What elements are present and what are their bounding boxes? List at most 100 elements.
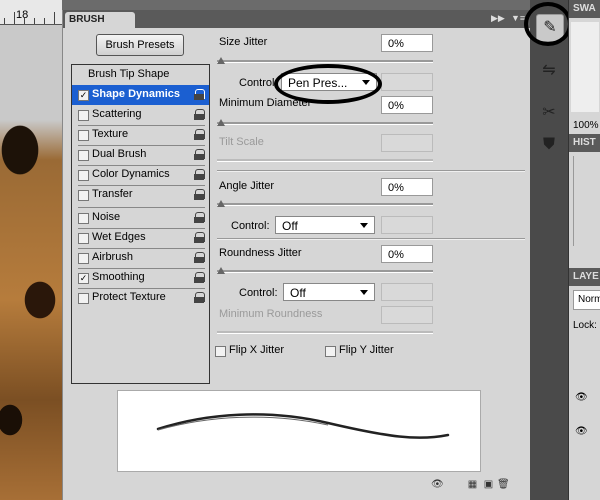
tools-icon[interactable]: ✂ xyxy=(536,100,562,126)
tab-brush[interactable]: BRUSH xyxy=(65,12,135,28)
lock-icon[interactable] xyxy=(194,272,205,283)
angle-control-value: Off xyxy=(282,219,298,233)
tab-swatches[interactable]: SWA xyxy=(569,0,600,18)
zoom-value: 100% xyxy=(573,120,599,131)
angle-control-select[interactable]: Off xyxy=(275,216,375,234)
roundness-jitter-slider[interactable] xyxy=(217,267,433,275)
checkbox-noise[interactable] xyxy=(78,213,89,224)
list-item-label: Scattering xyxy=(92,108,142,120)
lock-icon[interactable] xyxy=(194,252,205,263)
list-item-scattering[interactable]: Scattering xyxy=(72,105,209,125)
highlight-circle xyxy=(274,64,382,104)
canvas-image xyxy=(0,0,62,500)
trash-icon[interactable]: 🗑 xyxy=(497,479,510,490)
ruler-number: 18 xyxy=(16,9,29,21)
list-item-wet-edges[interactable]: Wet Edges xyxy=(72,228,209,248)
checkbox-transfer[interactable] xyxy=(78,190,89,201)
angle-jitter-field[interactable]: 0% xyxy=(381,178,433,196)
swatches-area[interactable] xyxy=(571,22,599,112)
list-item-shape-dynamics[interactable]: ✓ Shape Dynamics xyxy=(72,85,209,105)
list-item-label: Transfer xyxy=(92,188,133,200)
list-item-brush-tip-shape[interactable]: Brush Tip Shape xyxy=(72,65,209,85)
size-jitter-label: Size Jitter xyxy=(219,36,268,48)
min-diameter-slider[interactable] xyxy=(217,119,433,127)
highlight-circle xyxy=(524,2,572,46)
min-roundness-label: Minimum Roundness xyxy=(219,308,323,320)
divider xyxy=(217,170,525,172)
checkbox-airbrush[interactable] xyxy=(78,253,89,264)
brush-presets-icon[interactable]: ⇋ xyxy=(536,58,562,84)
list-item-airbrush[interactable]: Airbrush xyxy=(72,248,209,268)
flip-y-label: Flip Y Jitter xyxy=(339,344,394,356)
roundness-control-select[interactable]: Off xyxy=(283,283,375,301)
list-item-noise[interactable]: Noise xyxy=(72,208,209,228)
brush-panel: BRUSH ▶▶ ▼≡ Brush Presets Brush Tip Shap… xyxy=(62,10,531,500)
checkbox-scattering[interactable] xyxy=(78,110,89,121)
lock-icon[interactable] xyxy=(194,149,205,160)
blend-mode-select[interactable]: Norm xyxy=(573,290,600,310)
history-list[interactable] xyxy=(573,156,584,246)
flip-x-checkbox[interactable] xyxy=(215,346,226,357)
list-item-dual-brush[interactable]: Dual Brush xyxy=(72,145,209,165)
ruler: 18 xyxy=(0,0,62,25)
list-item-transfer[interactable]: Transfer xyxy=(72,185,209,205)
size-control-amount-field xyxy=(381,73,433,91)
new-preset-icon[interactable]: ▣ xyxy=(483,479,494,490)
list-item-protect-texture[interactable]: Protect Texture xyxy=(72,288,209,308)
checkbox-color-dynamics[interactable] xyxy=(78,170,89,181)
lock-icon[interactable] xyxy=(194,189,205,200)
list-item-label: Dual Brush xyxy=(92,148,147,160)
lock-icon[interactable] xyxy=(194,89,205,100)
lock-icon[interactable] xyxy=(194,109,205,120)
lock-icon[interactable] xyxy=(194,169,205,180)
size-control-label: Control: xyxy=(239,77,278,89)
roundness-control-value: Off xyxy=(290,286,306,300)
chevron-down-icon xyxy=(360,223,368,228)
panel-menu-icon[interactable]: ▼≡ xyxy=(511,13,525,23)
list-item-color-dynamics[interactable]: Color Dynamics xyxy=(72,165,209,185)
size-jitter-field[interactable]: 0% xyxy=(381,34,433,52)
roundness-jitter-label: Roundness Jitter xyxy=(219,247,302,259)
lock-icon[interactable] xyxy=(194,212,205,223)
brush-options-list: Brush Tip Shape ✓ Shape Dynamics Scatter… xyxy=(71,64,210,384)
roundness-control-amount-field xyxy=(381,283,433,301)
lock-icon[interactable] xyxy=(194,292,205,303)
chevron-down-icon xyxy=(360,290,368,295)
tilt-scale-field xyxy=(381,134,433,152)
list-item-smoothing[interactable]: ✓ Smoothing xyxy=(72,268,209,288)
list-item-label: Protect Texture xyxy=(92,291,166,303)
checkbox-shape-dynamics[interactable]: ✓ xyxy=(78,90,89,101)
eye-icon[interactable]: 👁 xyxy=(431,479,444,490)
flip-y-checkbox[interactable] xyxy=(325,346,336,357)
checkbox-dual-brush[interactable] xyxy=(78,150,89,161)
min-roundness-slider xyxy=(217,328,433,336)
angle-jitter-slider[interactable] xyxy=(217,200,433,208)
eye-icon[interactable]: 👁 xyxy=(575,392,588,403)
lock-icon[interactable] xyxy=(194,232,205,243)
brush-presets-button[interactable]: Brush Presets xyxy=(96,34,184,56)
checkbox-protect-texture[interactable] xyxy=(78,293,89,304)
panel-dock: ✎ ⇋ ✂ ⛊ xyxy=(530,0,568,500)
tab-layers[interactable]: LAYE xyxy=(569,268,600,286)
side-panels: SWA 100% HIST LAYE Norm Lock: 👁 👁 xyxy=(568,0,600,500)
lock-label: Lock: xyxy=(573,320,597,331)
angle-control-label: Control: xyxy=(231,220,270,232)
panel-header: BRUSH ▶▶ ▼≡ xyxy=(63,10,531,28)
list-item-label: Wet Edges xyxy=(92,231,146,243)
eye-icon[interactable]: 👁 xyxy=(575,426,588,437)
list-item-texture[interactable]: Texture xyxy=(72,125,209,145)
list-item-label: Noise xyxy=(92,211,121,223)
list-item-label: Color Dynamics xyxy=(92,168,170,180)
checkbox-wet-edges[interactable] xyxy=(78,233,89,244)
min-roundness-field xyxy=(381,306,433,324)
lock-icon[interactable] xyxy=(194,129,205,140)
list-item-label: Smoothing xyxy=(92,271,145,283)
checkbox-smoothing[interactable]: ✓ xyxy=(78,273,89,284)
collapse-arrows-icon[interactable]: ▶▶ xyxy=(491,13,505,24)
tab-history[interactable]: HIST xyxy=(569,134,600,152)
grid-icon[interactable]: ▦ xyxy=(467,479,478,490)
roundness-jitter-field[interactable]: 0% xyxy=(381,245,433,263)
checkbox-texture[interactable] xyxy=(78,130,89,141)
stamp-icon[interactable]: ⛊ xyxy=(536,132,562,158)
min-diameter-field[interactable]: 0% xyxy=(381,96,433,114)
